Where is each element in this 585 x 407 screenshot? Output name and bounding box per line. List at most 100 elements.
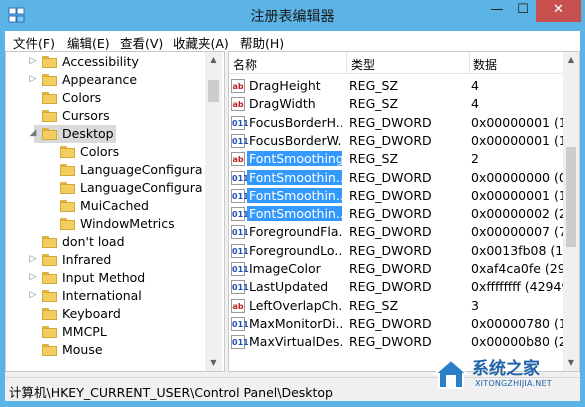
reg-sz-icon: ab	[231, 152, 245, 167]
tree-item[interactable]: ▷ Appearance	[6, 71, 205, 89]
tree-item-label: Appearance	[62, 72, 138, 87]
reg-dword-icon: 011	[231, 133, 249, 148]
value-data: 0x00000001 (1)	[471, 132, 569, 148]
tree-item[interactable]: Colors	[6, 89, 205, 107]
scroll-thumb[interactable]	[208, 80, 219, 102]
tree-item-label: Desktop	[62, 126, 114, 141]
registry-value-row[interactable]: 011 FontSmoothin... REG_DWORD 0x00000002 (2…	[229, 205, 569, 224]
watermark-name: 系统之家	[472, 359, 540, 379]
tree-item[interactable]: ▷ International	[6, 287, 205, 305]
expand-arrow-icon[interactable]: ▷	[28, 74, 38, 84]
menu-bar: 文件(F) 编辑(E) 查看(V) 收藏夹(A) 帮助(H)	[5, 31, 580, 51]
value-name: ForegroundFla...	[249, 224, 342, 240]
value-name: LastUpdated	[249, 279, 329, 295]
value-data: 0x00000001 (1)	[471, 114, 569, 130]
tree-item[interactable]: Keyboard	[6, 305, 205, 323]
registry-value-row[interactable]: 011 FocusBorderH... REG_DWORD 0x00000001 (1…	[229, 114, 569, 133]
value-data: 0x00000007 (7)	[471, 224, 569, 240]
tree-item[interactable]: LanguageConfigura	[6, 179, 205, 197]
registry-value-row[interactable]: 011 ForegroundLo... REG_DWORD 0x0013fb08 (1…	[229, 242, 569, 261]
value-name: FocusBorderH...	[249, 114, 342, 130]
scroll-up-icon[interactable]: ▲	[205, 52, 222, 68]
registry-value-row[interactable]: ab LeftOverlapCh... REG_SZ 3	[229, 297, 569, 316]
tree-item[interactable]: WindowMetrics	[6, 215, 205, 233]
registry-value-row[interactable]: 011 LastUpdated REG_DWORD 0xffffffff (42949	[229, 278, 569, 297]
scroll-thumb[interactable]	[566, 147, 576, 247]
value-type: REG_DWORD	[349, 315, 432, 331]
value-data: 0x00000780 (19	[471, 315, 569, 331]
reg-dword-icon: 011	[231, 335, 249, 350]
tree-item-label: International	[62, 288, 142, 303]
reg-sz-icon: ab	[231, 298, 245, 313]
value-data: 0x00000001 (1)	[471, 187, 569, 203]
watermark-logo: 系统之家 XITONGZHIJIA.NET	[420, 350, 585, 407]
menu-help[interactable]: 帮助(H)	[240, 33, 284, 52]
maximize-button[interactable]: ☐	[510, 0, 536, 22]
registry-value-row[interactable]: 011 ForegroundFla... REG_DWORD 0x00000007 (…	[229, 223, 569, 242]
value-name: FontSmoothing	[247, 151, 342, 167]
minimize-button[interactable]: —	[484, 0, 510, 22]
registry-value-row[interactable]: ab DragHeight REG_SZ 4	[229, 77, 569, 96]
registry-tree[interactable]: ▷ Accessibility ▷ Appearance Colors Cursors ◢ D…	[5, 51, 225, 372]
value-type: REG_SZ	[349, 96, 399, 112]
tree-item[interactable]: don't load	[6, 233, 205, 251]
tree-item[interactable]: ◢ Desktop	[30, 125, 116, 143]
registry-value-row[interactable]: 011 FontSmoothin... REG_DWORD 0x00000000 (0…	[229, 169, 569, 188]
folder-icon	[60, 218, 75, 230]
column-data-header[interactable]: 数据	[473, 56, 497, 73]
expand-arrow-icon[interactable]: ▷	[28, 56, 38, 66]
tree-item[interactable]: ▷ Input Method	[6, 269, 205, 287]
menu-file[interactable]: 文件(F)	[13, 33, 55, 52]
registry-value-row[interactable]: 011 MaxMonitorDi... REG_DWORD 0x00000780 (1…	[229, 315, 569, 334]
tree-item[interactable]: ▷ Infrared	[6, 251, 205, 269]
registry-value-row[interactable]: ab DragWidth REG_SZ 4	[229, 95, 569, 114]
column-divider[interactable]	[346, 52, 347, 74]
list-scrollbar[interactable]: ▲ ▼	[563, 52, 579, 371]
tree-scrollbar[interactable]: ▲ ▼	[205, 52, 222, 371]
reg-dword-icon: 011	[231, 188, 249, 203]
value-name: FontSmoothin...	[247, 187, 342, 203]
folder-icon	[42, 290, 57, 302]
house-logo-icon	[432, 358, 470, 389]
registry-value-row[interactable]: 011 ImageColor REG_DWORD 0xaf4ca0fe (294	[229, 260, 569, 279]
column-name-header[interactable]: 名称	[233, 56, 257, 73]
collapse-arrow-icon[interactable]: ◢	[28, 128, 38, 138]
registry-value-row[interactable]: 011 FocusBorderW... REG_DWORD 0x00000001 (1…	[229, 132, 569, 151]
menu-favorites[interactable]: 收藏夹(A)	[173, 33, 229, 52]
tree-item[interactable]: LanguageConfigura	[6, 161, 205, 179]
tree-item-label: Accessibility	[62, 54, 139, 69]
expand-arrow-icon[interactable]: ▷	[28, 290, 38, 300]
value-type: REG_DWORD	[349, 114, 432, 130]
value-name: FocusBorderW...	[249, 132, 342, 148]
tree-item-label: Colors	[62, 90, 102, 105]
registry-value-row[interactable]: ab FontSmoothing REG_SZ 2	[229, 150, 569, 169]
column-divider[interactable]	[469, 52, 470, 74]
folder-icon	[60, 182, 75, 194]
tree-item[interactable]: MuiCached	[6, 197, 205, 215]
tree-item[interactable]: Colors	[6, 143, 205, 161]
value-data: 0x0013fb08 (13	[471, 242, 569, 258]
column-type-header[interactable]: 类型	[351, 56, 375, 73]
menu-edit[interactable]: 编辑(E)	[67, 33, 110, 52]
expand-arrow-icon[interactable]: ▷	[28, 254, 38, 264]
value-data: 3	[471, 297, 479, 313]
scroll-up-icon[interactable]: ▲	[563, 52, 579, 68]
watermark-url: XITONGZHIJIA.NET	[475, 379, 552, 388]
value-name: DragWidth	[249, 96, 316, 112]
tree-item[interactable]: Mouse	[6, 341, 205, 359]
tree-item[interactable]: MMCPL	[6, 323, 205, 341]
expand-arrow-icon[interactable]: ▷	[28, 272, 38, 282]
scroll-down-icon[interactable]: ▼	[205, 355, 222, 371]
menu-view[interactable]: 查看(V)	[120, 33, 163, 52]
registry-value-row[interactable]: 011 FontSmoothin... REG_DWORD 0x00000001 (1…	[229, 187, 569, 206]
folder-icon	[42, 254, 57, 266]
folder-icon	[42, 110, 57, 122]
values-list[interactable]: 名称 类型 数据 ab DragHeight REG_SZ 4 ab DragWidth R…	[228, 51, 580, 372]
tree-item[interactable]: ▷ Accessibility	[6, 53, 205, 71]
folder-icon	[42, 326, 57, 338]
close-button[interactable]: ✕	[536, 0, 581, 22]
value-name: DragHeight	[249, 78, 321, 93]
folder-icon	[42, 56, 57, 68]
tree-item[interactable]: Cursors	[6, 107, 205, 125]
tree-item-label: don't load	[62, 234, 125, 249]
